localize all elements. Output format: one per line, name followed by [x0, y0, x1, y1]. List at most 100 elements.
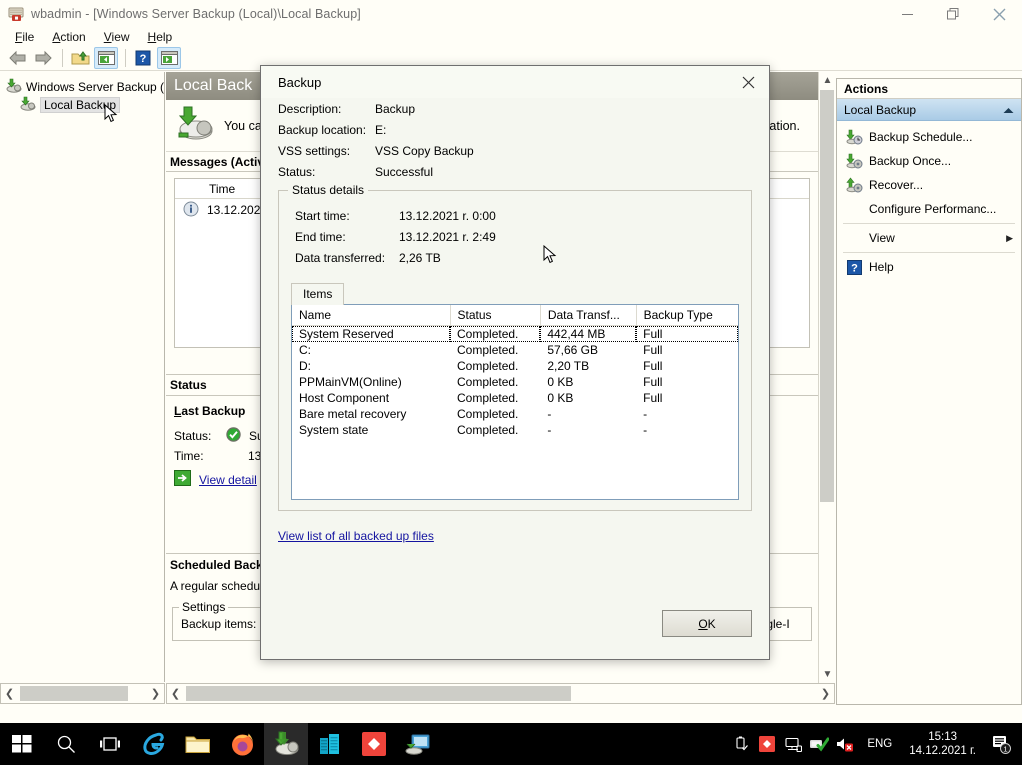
main-vertical-scrollbar[interactable]: ▲ ▼ — [818, 72, 835, 683]
scroll-thumb[interactable] — [186, 686, 571, 701]
view-details-link[interactable]: View detail — [199, 473, 257, 487]
scroll-left-arrow[interactable]: ❮ — [1, 684, 18, 703]
menu-action[interactable]: Action — [43, 29, 94, 45]
scroll-thumb[interactable] — [20, 686, 128, 701]
menu-view[interactable]: View — [95, 29, 139, 45]
detail-label: End time: — [295, 229, 346, 244]
intro-banner-text-right: ation. — [769, 118, 800, 133]
tree-horizontal-scrollbar[interactable]: ❮ ❯ — [0, 683, 165, 704]
column-header-status[interactable]: Status — [450, 305, 541, 326]
scroll-down-arrow[interactable]: ▼ — [819, 666, 836, 683]
field-label: Status: — [278, 164, 316, 179]
last-backup-title-rest: ast Backup — [181, 404, 246, 418]
dialog-field-backup-location: Backup location: E: — [278, 119, 752, 140]
task-view-button[interactable] — [88, 723, 132, 765]
minimize-button[interactable] — [884, 0, 930, 28]
language-indicator[interactable]: ENG — [858, 738, 901, 750]
scroll-left-arrow[interactable]: ❮ — [167, 684, 184, 703]
dialog-close-button[interactable] — [727, 66, 769, 98]
close-button[interactable] — [976, 0, 1022, 28]
start-button[interactable] — [0, 723, 44, 765]
action-label: Help — [869, 260, 894, 274]
column-header-name[interactable]: Name — [292, 305, 451, 326]
column-header-backup-type[interactable]: Backup Type — [636, 305, 738, 326]
taskbar: ENG 15:13 14.12.2021 г. 1 — [0, 723, 1022, 765]
view-all-backed-up-files-link[interactable]: View list of all backed up files — [278, 529, 434, 543]
table-row[interactable]: System state Completed. - - — [292, 422, 738, 438]
anydesk-tray-icon[interactable] — [754, 723, 780, 765]
column-header-data-transferred[interactable]: Data Transf... — [540, 305, 637, 326]
notification-center-button[interactable]: 1 — [984, 723, 1018, 765]
remote-desktop-button[interactable] — [396, 723, 440, 765]
usb-eject-icon[interactable] — [728, 723, 754, 765]
clock[interactable]: 15:13 14.12.2021 г. — [901, 730, 984, 758]
action-configure-performance[interactable]: Configure Performanc... — [837, 197, 1021, 221]
tree-item-windows-server-backup[interactable]: Windows Server Backup (L — [0, 78, 164, 96]
items-listbox[interactable]: Name Status Data Transf... Backup Type S… — [291, 304, 739, 500]
menu-file[interactable]: File — [6, 29, 43, 45]
scroll-right-arrow[interactable]: ❯ — [147, 684, 164, 703]
scroll-track[interactable] — [184, 684, 817, 703]
last-backup-time-label: Time: — [174, 449, 204, 463]
backup-once-icon — [845, 153, 863, 169]
actions-group-local-backup[interactable]: Local Backup — [837, 99, 1021, 121]
main-horizontal-scrollbar[interactable]: ❮ ❯ — [166, 683, 835, 704]
window-controls — [884, 0, 1022, 28]
scroll-thumb[interactable] — [820, 90, 834, 502]
action-recover[interactable]: Recover... — [837, 173, 1021, 197]
detail-value: 13.12.2021 r. 0:00 — [399, 208, 496, 223]
table-row[interactable]: Host Component Completed. 0 KB Full — [292, 390, 738, 406]
action-label: View — [869, 231, 895, 245]
last-backup-status-label: Status: — [174, 429, 212, 443]
help-question-icon: ? — [845, 259, 863, 275]
status-detail-end-time: End time: 13.12.2021 r. 2:49 — [279, 226, 751, 247]
table-row[interactable]: Bare metal recovery Completed. - - — [292, 406, 738, 422]
cell-data: 57,66 GB — [547, 343, 599, 357]
clock-date: 14.12.2021 г. — [909, 745, 976, 757]
cell-name: System Reserved — [292, 325, 451, 342]
internet-explorer-button[interactable] — [132, 723, 176, 765]
windows-server-backup-button[interactable] — [264, 723, 308, 765]
ok-button[interactable]: OK — [662, 610, 752, 637]
forward-button[interactable] — [31, 47, 55, 69]
search-button[interactable] — [44, 723, 88, 765]
show-hide-action-pane-2-button[interactable] — [157, 46, 181, 69]
system-tray: ENG 15:13 14.12.2021 г. 1 — [728, 723, 1022, 765]
field-label: Description: — [278, 101, 342, 116]
tree-item-label: Windows Server Backup (L — [26, 80, 165, 94]
firefox-button[interactable] — [220, 723, 264, 765]
scroll-up-arrow[interactable]: ▲ — [819, 72, 836, 89]
action-help[interactable]: ? Help — [837, 255, 1021, 279]
action-view[interactable]: View ▶ — [837, 226, 1021, 250]
menu-help[interactable]: Help — [139, 29, 182, 45]
table-row[interactable]: D: Completed. 2,20 TB Full — [292, 358, 738, 374]
detail-value: 2,26 TB — [399, 250, 441, 265]
scroll-track[interactable] — [18, 684, 147, 703]
menu-bar: File Action View Help — [0, 28, 1022, 45]
maximize-button[interactable] — [930, 0, 976, 28]
server-manager-button[interactable] — [308, 723, 352, 765]
action-backup-schedule[interactable]: Backup Schedule... — [837, 125, 1021, 149]
cell-name: Host Component — [299, 391, 390, 405]
cell-type: Full — [643, 343, 663, 357]
security-shield-icon[interactable] — [806, 723, 832, 765]
anydesk-button[interactable] — [352, 723, 396, 765]
folder-up-icon[interactable] — [68, 47, 92, 69]
back-button[interactable] — [5, 47, 29, 69]
table-row[interactable]: System Reserved Completed. 442,44 MB Ful… — [292, 325, 738, 342]
action-backup-once[interactable]: Backup Once... — [837, 149, 1021, 173]
field-label: Backup location: — [278, 122, 367, 137]
volume-muted-icon[interactable] — [832, 723, 858, 765]
tree-item-local-backup[interactable]: Local Backup — [0, 96, 164, 114]
table-row[interactable]: C: Completed. 57,66 GB Full — [292, 342, 738, 358]
recover-icon — [845, 177, 863, 193]
network-icon[interactable] — [780, 723, 806, 765]
tab-items[interactable]: Items — [291, 283, 345, 305]
scroll-right-arrow[interactable]: ❯ — [817, 684, 834, 703]
cell-type: Full — [636, 325, 738, 342]
chevron-up-icon[interactable] — [1003, 103, 1014, 117]
question-mark-icon[interactable]: ? — [131, 47, 155, 69]
show-hide-action-pane-button[interactable] — [94, 46, 118, 69]
file-explorer-button[interactable] — [176, 723, 220, 765]
table-row[interactable]: PPMainVM(Online) Completed. 0 KB Full — [292, 374, 738, 390]
